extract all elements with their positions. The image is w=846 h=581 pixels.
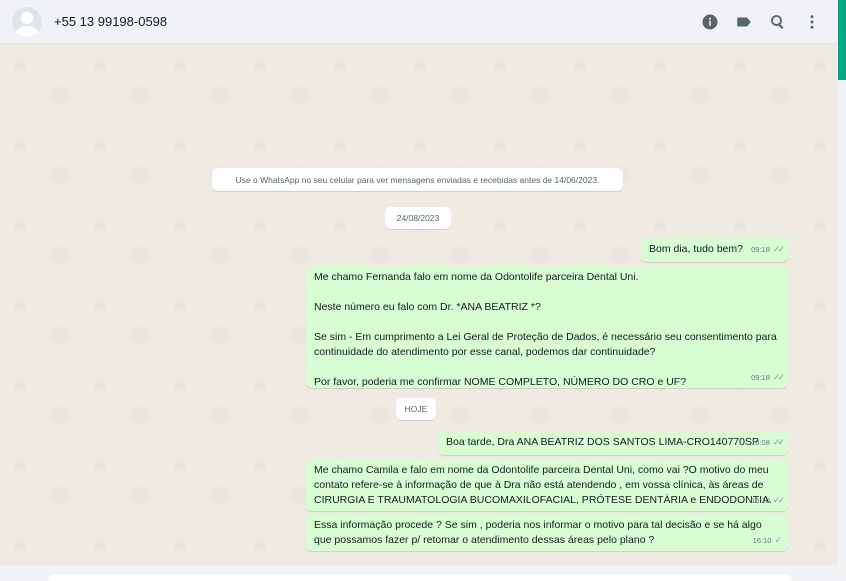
scrollbar[interactable] [838,0,846,581]
scrollbar-thumb[interactable] [838,0,846,80]
message-text: Me chamo Fernanda falo em nome da Odonto… [314,271,777,388]
outgoing-message[interactable]: Boa tarde, Dra ANA BEATRIZ DOS SANTOS LI… [438,431,794,455]
header-actions [686,12,822,32]
menu-icon[interactable] [802,12,822,32]
chat-header: +55 13 99198-0598 [0,0,838,44]
outgoing-message[interactable]: Me chamo Camila e falo em nome da Odonto… [306,459,788,511]
message-meta: 16:10 ✓ [753,533,782,548]
message-time: 09:18 [751,245,770,254]
message-meta: 16:08 ✓✓ [751,435,785,450]
message-text: Essa informação procede ? Se sim , poder… [314,519,765,546]
message-input[interactable] [48,574,792,581]
message-time: 16:10 [752,536,772,545]
contact-avatar[interactable] [12,6,42,37]
message-meta: 09:18 ✓✓ [751,370,785,385]
outgoing-message[interactable]: Essa informação procede ? Se sim , poder… [306,514,788,551]
date-separator: 24/08/2023 [385,207,451,229]
outgoing-message[interactable]: Me chamo Fernanda falo em nome da Odonto… [306,266,788,388]
search-icon[interactable] [768,12,788,32]
message-text: Me chamo Camila e falo em nome da Odonto… [314,464,773,506]
message-list[interactable]: Use o WhatsApp no seu celular para ver m… [0,45,838,565]
outgoing-message[interactable]: Bom dia, tudo bem? 09:18 ✓✓ [641,238,794,262]
message-meta: 16:10 ✓✓ [751,493,785,508]
double-check-icon: ✓✓ [772,372,785,382]
message-text: Boa tarde, Dra ANA BEATRIZ DOS SANTOS LI… [446,436,759,448]
info-icon[interactable] [700,12,720,32]
double-check-icon: ✓✓ [772,495,785,505]
single-check-icon: ✓ [774,535,782,545]
message-time: 16:08 [751,438,770,447]
message-time: 09:18 [751,373,770,382]
contact-name[interactable]: +55 13 99198-0598 [54,14,167,29]
label-icon[interactable] [734,12,754,32]
message-time: 16:10 [751,496,770,505]
system-notice: Use o WhatsApp no seu celular para ver m… [212,168,623,191]
double-check-icon: ✓✓ [772,244,785,254]
message-meta: 09:18 ✓✓ [751,242,785,257]
date-separator: HOJE [396,398,436,420]
double-check-icon: ✓✓ [772,437,785,447]
